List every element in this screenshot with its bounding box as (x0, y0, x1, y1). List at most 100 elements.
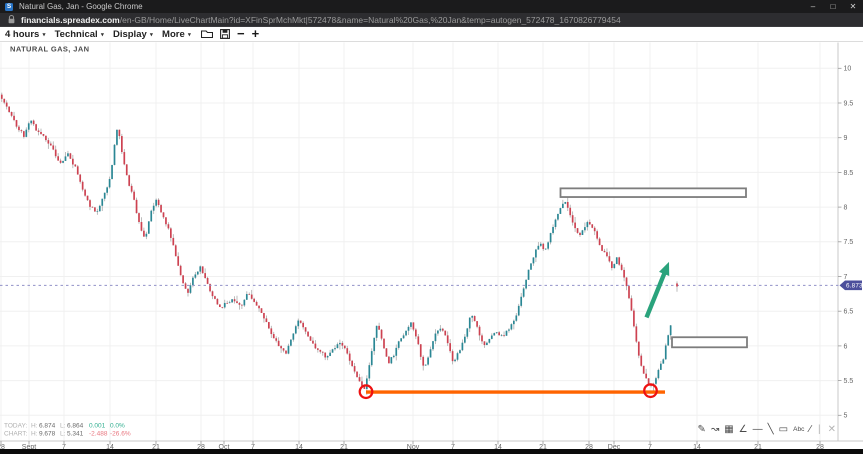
maximize-button[interactable]: □ (823, 0, 843, 13)
url-domain: financials.spreadex.com (21, 15, 120, 25)
candle-body (616, 257, 618, 264)
chevron-down-icon: ▾ (188, 31, 191, 39)
zoom-out-icon: − (237, 29, 245, 39)
save-chart-button[interactable] (220, 29, 230, 39)
candle-body (518, 306, 520, 316)
candle-body (307, 332, 309, 337)
menu-4-hours[interactable]: 4 hours▾ (5, 29, 46, 40)
candle-body (645, 374, 647, 379)
candle-body (523, 288, 525, 296)
resistance-box[interactable] (672, 337, 747, 347)
candle-body (89, 200, 91, 207)
candle-body (18, 127, 20, 131)
chart-low-value: 5.341 (67, 431, 84, 438)
candle-body (452, 351, 454, 361)
candle-body (501, 335, 503, 336)
resistance-box[interactable] (561, 188, 747, 197)
trend-line-tool-icon[interactable]: ╲ (768, 424, 774, 436)
menu-label: Display (113, 29, 147, 40)
candle-body (94, 207, 96, 211)
menu-technical[interactable]: Technical▾ (55, 29, 104, 40)
candle-body (667, 335, 669, 345)
candle-body (106, 187, 108, 192)
url-text[interactable]: financials.spreadex.com/en-GB/Home/LiveC… (21, 15, 621, 25)
price-chart-canvas[interactable]: 6.873 109.598.587.576.565.5528Sept714212… (0, 42, 863, 449)
freehand-tool-icon[interactable]: ∕ (809, 424, 811, 436)
candle-body (38, 131, 40, 132)
candle-body (57, 156, 59, 160)
candle-body (484, 341, 486, 345)
candle-body (195, 274, 197, 277)
candle-body (346, 348, 348, 353)
price-label: 9.5 (844, 100, 854, 107)
candle-body (476, 321, 478, 327)
candle-body (491, 336, 493, 339)
candle-body (70, 153, 72, 158)
instrument-label: NATURAL GAS, JAN (10, 45, 89, 54)
candle-body (356, 372, 358, 378)
bullish-arrow-shaft[interactable] (647, 271, 666, 317)
url-path: /en-GB/Home/LiveChartMain?id=XFinSprMchM… (120, 15, 621, 25)
candle-body (351, 361, 353, 366)
fibonacci-grid-tool-icon[interactable]: ▦ (724, 424, 733, 436)
open-chart-button[interactable] (201, 29, 213, 39)
close-button[interactable]: ✕ (843, 0, 863, 13)
candle-body (138, 213, 140, 222)
window-title: Natural Gas, Jan - Google Chrome (19, 2, 143, 11)
polyline-tool-icon[interactable]: ↝ (711, 424, 719, 436)
price-label: 6.5 (844, 309, 854, 316)
candle-body (199, 266, 201, 271)
candle-body (587, 222, 589, 227)
candle-body (579, 233, 581, 235)
zoom-out-button[interactable]: − (237, 29, 245, 39)
rectangle-tool-icon[interactable]: ▭ (779, 424, 788, 436)
candle-body (6, 103, 8, 107)
candle-body (217, 299, 219, 305)
candle-body (99, 206, 101, 212)
pencil-tool-icon[interactable]: ✎ (697, 424, 705, 436)
horizontal-line-tool-icon[interactable]: — (753, 424, 763, 436)
candle-body (373, 338, 375, 351)
candle-body (317, 348, 319, 350)
candle-body (315, 344, 317, 349)
candle-body (611, 261, 613, 268)
candle-body (310, 336, 312, 340)
delete-drawing-icon[interactable]: ✕ (828, 424, 836, 436)
candle-body (248, 294, 250, 295)
candle-body (224, 303, 226, 307)
today-high-value: 6.874 (39, 423, 56, 430)
legend-row-name: TODAY: (4, 423, 27, 430)
candle-body (506, 331, 508, 336)
candle-body (236, 301, 238, 303)
candle-body (1, 95, 3, 99)
candle-body (101, 199, 103, 206)
candle-body (67, 153, 69, 156)
text-tool-icon[interactable]: Abc (793, 424, 804, 436)
zoom-in-icon: + (252, 29, 260, 39)
menu-display[interactable]: Display▾ (113, 29, 153, 40)
candle-body (231, 299, 233, 302)
candle-body (337, 344, 339, 348)
trend-fan-tool-icon[interactable]: ∠ (739, 424, 748, 436)
candle-body (25, 130, 27, 137)
candle-body (263, 313, 265, 318)
candle-body (403, 335, 405, 338)
chevron-down-icon: ▾ (101, 31, 104, 39)
candle-body (52, 145, 54, 149)
candle-body (601, 245, 603, 251)
candle-body (466, 328, 468, 336)
bullish-arrow-head[interactable] (659, 262, 669, 276)
zoom-in-button[interactable]: + (252, 29, 260, 39)
minimize-button[interactable]: – (803, 0, 823, 13)
candle-body (564, 202, 566, 204)
address-bar[interactable]: financials.spreadex.com/en-GB/Home/LiveC… (0, 13, 863, 27)
menu-more[interactable]: More▾ (162, 29, 191, 40)
candle-body (212, 291, 214, 296)
candle-body (613, 264, 615, 268)
candle-body (596, 231, 598, 238)
candle-body (628, 286, 630, 298)
candle-body (435, 334, 437, 342)
candle-body (239, 303, 241, 305)
candle-body (454, 360, 456, 361)
candle-body (158, 200, 160, 205)
